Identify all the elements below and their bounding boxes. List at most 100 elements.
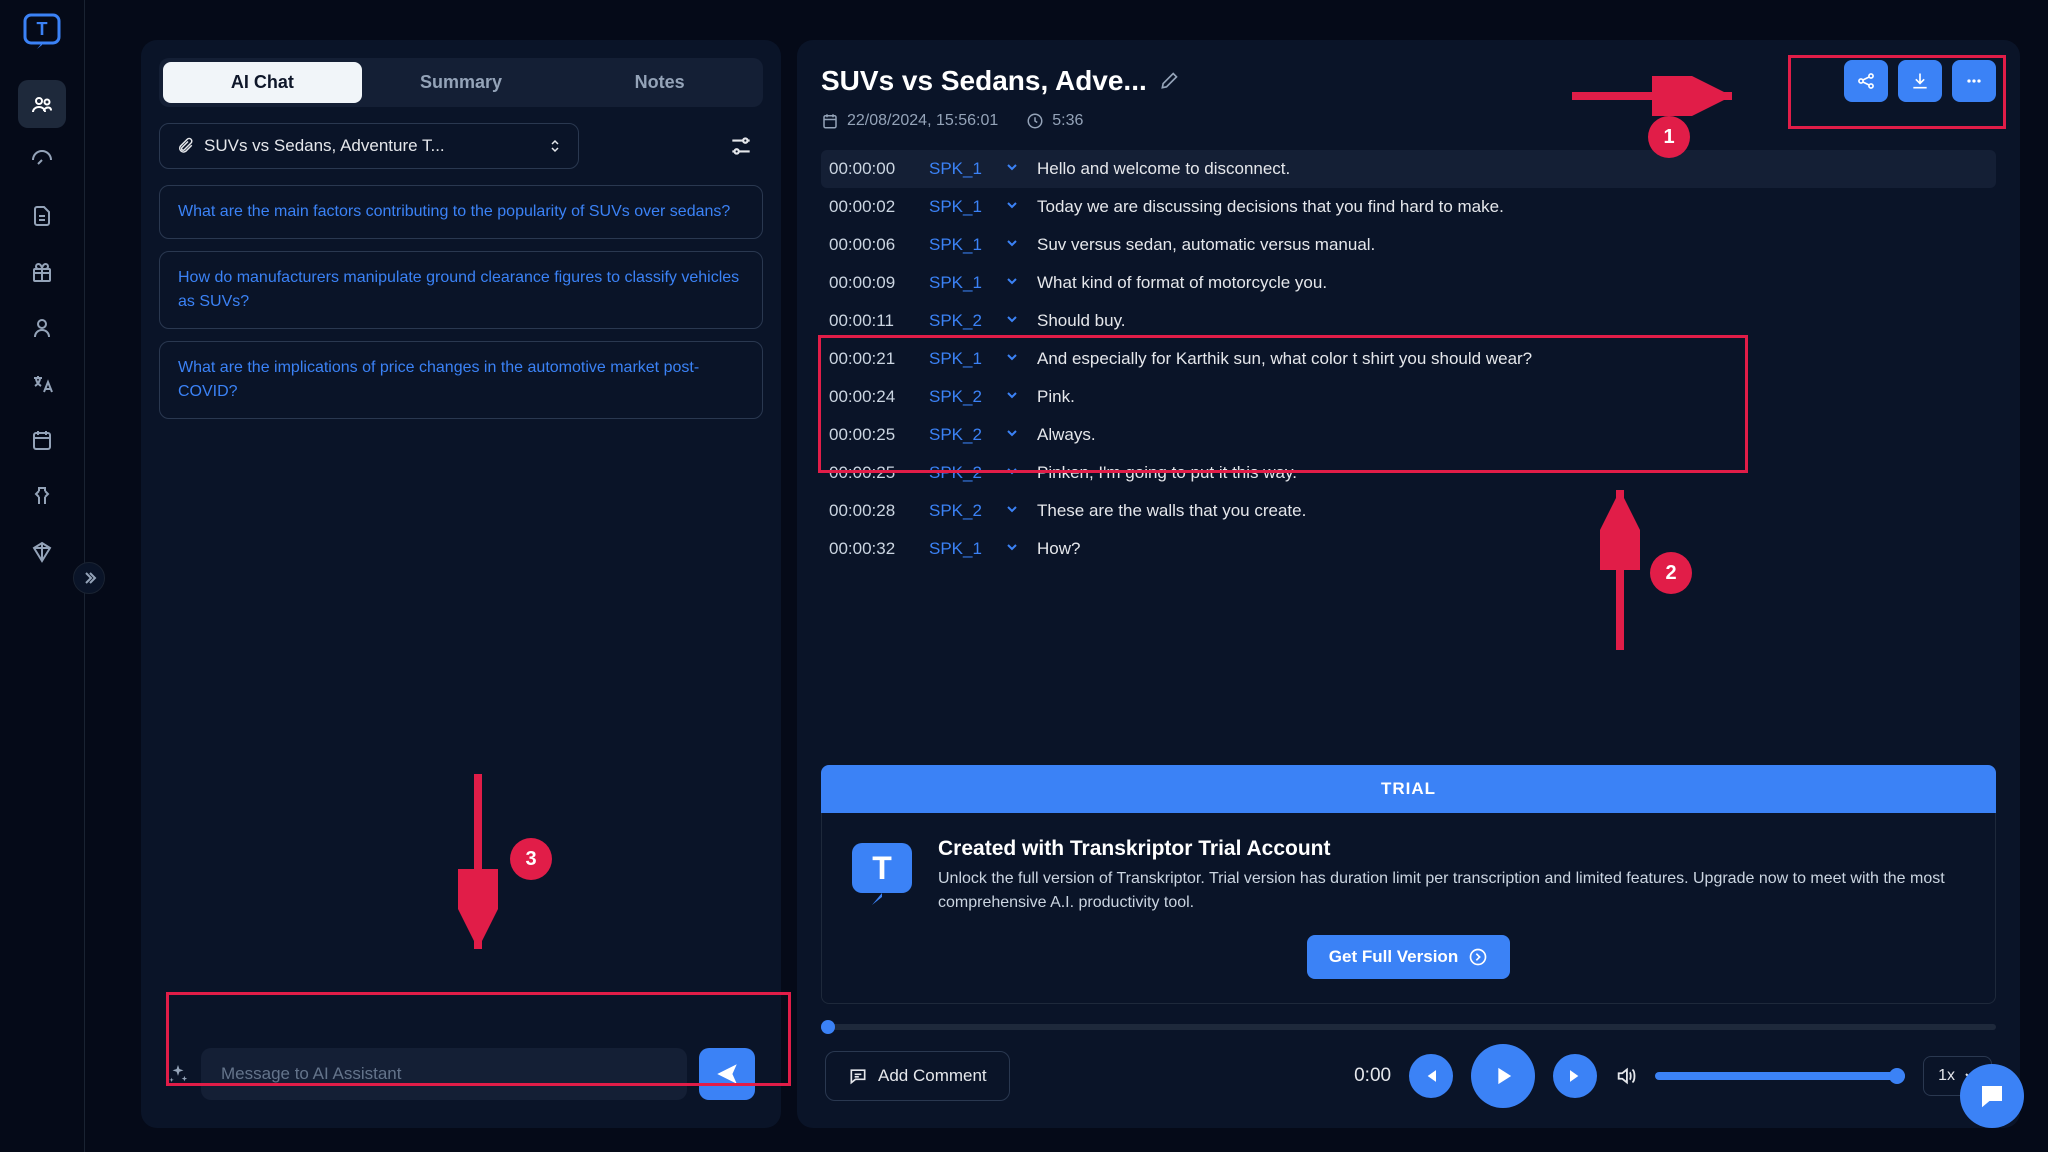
chat-fab[interactable] [1960,1064,2024,1128]
transcript-row[interactable]: 00:00:11SPK_2Should buy. [821,302,1996,340]
sliders-icon [728,133,754,159]
transcript-row[interactable]: 00:00:24 SPK_2 Pink. [821,378,1996,416]
speaker-label[interactable]: SPK_1 [929,349,993,369]
speaker-label[interactable]: SPK_2 [929,501,993,521]
transcript-row[interactable]: 00:00:28SPK_2These are the walls that yo… [821,492,1996,530]
transcript-text: What kind of format of motorcycle you. [1037,273,1988,293]
transcript-row[interactable]: 00:00:00 SPK_1 Hello and welcome to discon… [821,150,1996,188]
clock-icon [1026,112,1044,130]
transcript-text: Suv versus sedan, automatic versus manua… [1037,235,1988,255]
speaker-label[interactable]: SPK_2 [929,387,993,407]
timestamp: 00:00:09 [829,273,917,293]
sidebar-item-profile[interactable] [18,304,66,352]
transcript-text: How? [1037,539,1988,559]
right-panel: SUVs vs Sedans, Adve... 22/08/2024, 15:5… [797,40,2020,1128]
sidebar-item-team[interactable] [18,80,66,128]
file-name: SUVs vs Sedans, Adventure T... [204,136,538,156]
timestamp: 00:00:00 [829,159,917,179]
download-icon [1910,71,1930,91]
speaker-label[interactable]: SPK_1 [929,539,993,559]
transcript-text: Hello and welcome to disconnect. [1037,159,1988,179]
sidebar-item-documents[interactable] [18,192,66,240]
transcript-row[interactable]: 00:00:02SPK_1Today we are discussing dec… [821,188,1996,226]
timestamp: 00:00:11 [829,311,917,331]
play-button[interactable] [1471,1044,1535,1108]
transcript-row[interactable]: 00:00:21SPK_1And especially for Karthik … [821,340,1996,378]
chat-input[interactable] [201,1048,687,1100]
speaker-label[interactable]: SPK_2 [929,425,993,445]
app-logo[interactable]: T [22,12,62,52]
transcript-row[interactable]: 00:00:25SPK_2Always. [821,416,1996,454]
speaker-label[interactable]: SPK_1 [929,273,993,293]
speaker-label[interactable]: SPK_1 [929,197,993,217]
chat-icon [1977,1081,2007,1111]
chevron-down-icon[interactable] [1005,387,1025,407]
chevron-down-icon[interactable] [1005,539,1025,559]
transcript-row[interactable]: 00:00:09 SPK_1 What kind of format of moto… [821,264,1996,302]
left-panel: AI Chat Summary Notes SUVs vs Sedans, Ad… [141,40,781,1128]
volume-bar[interactable] [1655,1072,1905,1080]
transcript-row[interactable]: 00:00:25SPK_2Pinken, I'm going to put it… [821,454,1996,492]
share-button[interactable] [1844,60,1888,102]
transcript-text: Always. [1037,425,1988,445]
get-full-version-button[interactable]: Get Full Version [1307,935,1510,979]
more-icon [1964,71,1984,91]
timestamp: 00:00:24 [829,387,917,407]
add-comment-button[interactable]: Add Comment [825,1051,1010,1101]
sidebar-item-premium[interactable] [18,528,66,576]
progress-bar[interactable] [821,1024,1996,1030]
sidebar-item-integrations[interactable] [18,472,66,520]
sidebar-item-dashboard[interactable] [18,136,66,184]
chevron-down-icon[interactable] [1005,159,1025,179]
timestamp: 00:00:21 [829,349,917,369]
send-button[interactable] [699,1048,755,1100]
suggested-question[interactable]: What are the implications of price chang… [159,341,763,419]
download-button[interactable] [1898,60,1942,102]
timestamp: 00:00:06 [829,235,917,255]
speaker-label[interactable]: SPK_1 [929,235,993,255]
sparkle-icon [167,1063,189,1085]
chevron-down-icon[interactable] [1005,235,1025,255]
timestamp: 00:00:25 [829,463,917,483]
tab-ai-chat[interactable]: AI Chat [163,62,362,103]
arrow-circle-icon [1468,947,1488,967]
send-icon [714,1061,740,1087]
chevron-down-icon[interactable] [1005,273,1025,293]
next-button[interactable] [1553,1054,1597,1098]
chevron-down-icon[interactable] [1005,349,1025,369]
sidebar-item-translate[interactable] [18,360,66,408]
chevron-down-icon[interactable] [1005,197,1025,217]
edit-icon[interactable] [1159,71,1179,91]
prev-button[interactable] [1409,1054,1453,1098]
transcript-row[interactable]: 00:00:32 SPK_1 How? [821,530,1996,568]
transcript-row[interactable]: 00:00:06 SPK_1 Suv versus sedan, automatic… [821,226,1996,264]
speaker-label[interactable]: SPK_1 [929,159,993,179]
skip-back-icon [1421,1066,1441,1086]
trial-body: T Created with Transkriptor Trial Accoun… [821,813,1996,1004]
more-button[interactable] [1952,60,1996,102]
timestamp: 00:00:32 [829,539,917,559]
chevron-down-icon[interactable] [1005,311,1025,331]
suggested-question[interactable]: How do manufacturers manipulate ground c… [159,251,763,329]
tabs: AI Chat Summary Notes [159,58,763,107]
date-meta: 22/08/2024, 15:56:01 [821,112,998,130]
speaker-label[interactable]: SPK_2 [929,463,993,483]
transcript-text: These are the walls that you create. [1037,501,1988,521]
sidebar-item-gift[interactable] [18,248,66,296]
volume-icon[interactable] [1615,1065,1637,1087]
chevron-down-icon[interactable] [1005,501,1025,521]
file-selector[interactable]: SUVs vs Sedans, Adventure T... [159,123,579,169]
transcript-text: Pink. [1037,387,1988,407]
sidebar-item-calendar[interactable] [18,416,66,464]
chevron-down-icon[interactable] [1005,425,1025,445]
player: Add Comment 0:00 1x [821,1030,1996,1108]
chevron-down-icon[interactable] [1005,463,1025,483]
trial-description: Unlock the full version of Transkriptor.… [938,867,1971,915]
suggested-question[interactable]: What are the main factors contributing t… [159,185,763,239]
trial-title: Created with Transkriptor Trial Account [938,837,1971,861]
speaker-label[interactable]: SPK_2 [929,311,993,331]
tab-summary[interactable]: Summary [362,62,561,103]
settings-button[interactable] [719,124,763,168]
tab-notes[interactable]: Notes [560,62,759,103]
comment-icon [848,1066,868,1086]
